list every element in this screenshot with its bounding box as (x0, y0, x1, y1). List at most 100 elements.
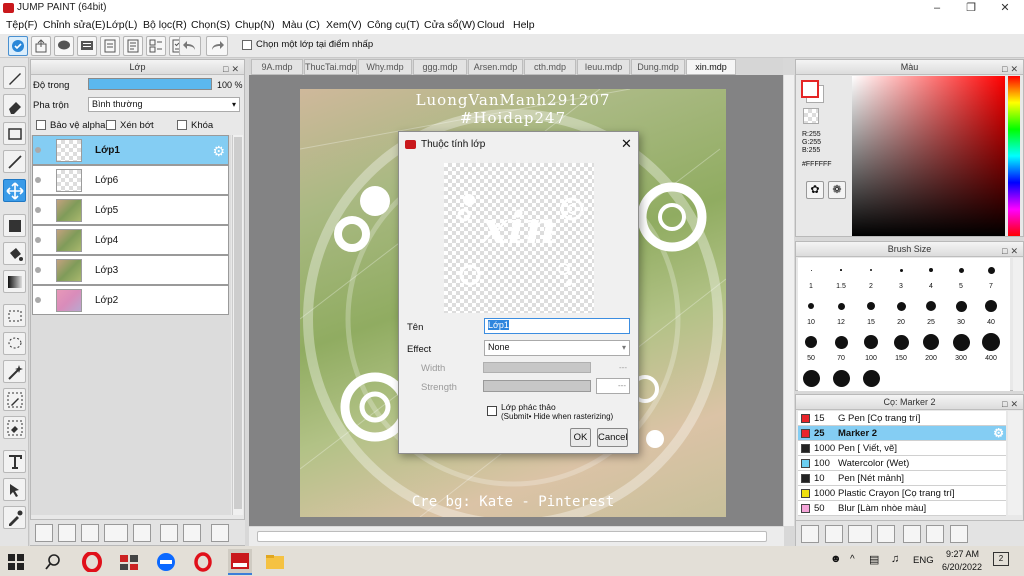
brush-copy-icon[interactable] (877, 525, 895, 543)
redo-button[interactable] (206, 36, 228, 56)
restore-button[interactable]: ❐ (954, 0, 988, 17)
menu-layer[interactable]: Lớp(L) (106, 19, 137, 31)
width-slider[interactable] (483, 362, 591, 373)
strength-field[interactable]: --- (596, 378, 630, 394)
clock-time[interactable]: 9:27 AM (940, 549, 985, 559)
bucket-icon[interactable] (3, 242, 26, 265)
fill-rect-icon[interactable] (3, 214, 26, 237)
brush-size-dot[interactable] (952, 333, 970, 351)
doc-tab-active[interactable]: xin.mdp (686, 59, 736, 75)
message-icon[interactable] (77, 36, 97, 56)
blend-mode-select[interactable]: Bình thường ▾ (88, 97, 240, 112)
hscroll-thumb[interactable] (257, 531, 767, 542)
grid-list-icon[interactable] (146, 36, 166, 56)
cloud-sync-icon[interactable] (8, 36, 28, 56)
brush-add-menu-icon[interactable] (848, 525, 872, 543)
line-tool-icon[interactable] (3, 150, 26, 173)
layer-scrollbar[interactable] (232, 135, 243, 515)
visibility-toggle[interactable] (32, 286, 44, 316)
chevron-up-icon[interactable]: ^ (850, 554, 855, 565)
new-layer-8bit-icon[interactable] (58, 524, 76, 542)
brush-size-dot[interactable] (802, 369, 820, 387)
brush-size-dot[interactable] (899, 268, 903, 272)
lock-checkbox[interactable] (177, 120, 187, 130)
volume-icon[interactable]: ♫ (891, 553, 899, 565)
eraser-tool-icon[interactable] (3, 94, 26, 117)
brush-row[interactable]: 15 G Pen [Cọ trang trí] (798, 411, 1006, 426)
trash-icon[interactable] (950, 525, 968, 543)
pen-tool-icon[interactable] (3, 66, 26, 89)
hue-slider[interactable] (1008, 76, 1020, 236)
rectangle-select-icon[interactable] (3, 122, 26, 145)
brush-size-dot[interactable] (864, 335, 878, 349)
brush-duplicate-icon[interactable] (926, 525, 944, 543)
brush-size-dot[interactable] (810, 269, 812, 271)
brush-size-dot[interactable] (834, 335, 848, 349)
panel-window-buttons[interactable]: □✕ (1002, 62, 1021, 77)
cancel-button[interactable]: Cancel (597, 428, 628, 447)
palette-icon[interactable]: ✿ (806, 181, 824, 199)
menu-help[interactable]: Help (513, 19, 535, 31)
doc-tab[interactable]: Arsen.mdp (468, 59, 523, 75)
brush-row[interactable]: 50 Blur [Làm nhòe màu] (798, 501, 1006, 516)
canvas-hscroll[interactable] (249, 527, 784, 546)
search-icon[interactable] (45, 552, 67, 572)
brush-row[interactable]: 100 Watercolor (Wet) (798, 456, 1006, 471)
brush-row-selected[interactable]: 25 Marker 2 ⚙ (798, 426, 1006, 441)
panel-window-buttons[interactable]: □✕ (1002, 244, 1021, 259)
brush-size-dot[interactable] (832, 369, 850, 387)
gradient-icon[interactable] (3, 270, 26, 293)
menu-window[interactable]: Cửa sổ(W) (424, 19, 475, 31)
brush-size-dot[interactable] (987, 266, 995, 274)
clip-checkbox[interactable] (106, 120, 116, 130)
brush-size-dot[interactable] (923, 334, 939, 350)
menu-filter[interactable]: Bộ lọc(R) (143, 19, 187, 31)
brush-size-dot[interactable] (870, 269, 872, 271)
jump-paint-taskbar-icon[interactable] (228, 549, 252, 573)
brush-size-dot[interactable] (867, 302, 875, 310)
network-icon[interactable]: ▤ (869, 553, 879, 566)
brush-size-dot[interactable] (985, 300, 997, 312)
primary-color-swatch[interactable] (801, 80, 819, 98)
brush-row[interactable]: 1000 Plastic Crayon [Cọ trang trí] (798, 486, 1006, 501)
doc-tab[interactable]: Ieuu.mdp (577, 59, 630, 75)
scroll-thumb[interactable] (234, 137, 242, 509)
doc-tab[interactable]: ThucTai.mdp (304, 59, 357, 75)
page-icon[interactable] (100, 36, 120, 56)
doc-tab[interactable]: ggg.mdp (413, 59, 467, 75)
trash-icon[interactable] (211, 524, 229, 542)
menu-view[interactable]: Xem(V) (326, 19, 362, 31)
visibility-toggle[interactable] (32, 166, 44, 196)
layer-row[interactable]: Lớp3 (32, 255, 229, 285)
close-window-button[interactable]: ✕ (988, 0, 1022, 17)
brush-row[interactable]: 10 Pen [Nét mảnh] (798, 471, 1006, 486)
layer-row[interactable]: Lớp4 (32, 225, 229, 255)
opera-icon[interactable] (82, 551, 104, 573)
visibility-toggle[interactable] (32, 196, 44, 226)
dotted-rect-select-icon[interactable] (3, 304, 26, 327)
undo-button[interactable] (179, 36, 201, 56)
notification-icon[interactable]: 2 (993, 552, 1009, 566)
saturation-value-picker[interactable] (852, 76, 1005, 236)
brush-size-dot[interactable] (805, 336, 817, 348)
add-layer-menu-icon[interactable] (104, 524, 128, 542)
gear-icon[interactable]: ⚙ (212, 143, 225, 160)
zalo-icon[interactable] (156, 552, 178, 572)
brush-row[interactable]: 1000 Pen [ Viết, vẽ] (798, 441, 1006, 456)
protect-alpha-checkbox[interactable] (36, 120, 46, 130)
visibility-toggle[interactable] (32, 226, 44, 256)
select-eraser-icon[interactable] (3, 416, 26, 439)
brush-size-dot[interactable] (862, 369, 880, 387)
menu-edit[interactable]: Chỉnh sửa(E) (43, 19, 105, 31)
brush-size-dot[interactable] (929, 268, 933, 272)
windows-start-icon[interactable] (8, 552, 30, 572)
new-layer-1bit-icon[interactable] (81, 524, 99, 542)
folder-icon[interactable] (903, 525, 921, 543)
menu-capture[interactable]: Chụp(N) (235, 19, 275, 31)
ok-button[interactable]: OK (570, 428, 591, 447)
palette-edit-icon[interactable]: ❁ (828, 181, 846, 199)
brush-size-dot[interactable] (982, 333, 1000, 351)
app-grid-icon[interactable] (119, 552, 141, 572)
snap-select-checkbox[interactable] (242, 40, 252, 50)
doc-tab[interactable]: cth.mdp (524, 59, 576, 75)
